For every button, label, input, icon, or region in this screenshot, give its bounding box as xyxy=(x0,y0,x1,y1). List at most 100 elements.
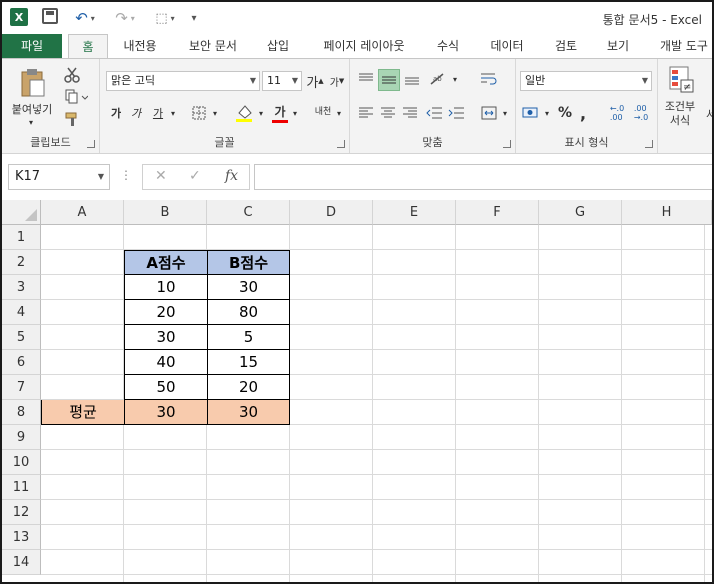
align-center-icon[interactable] xyxy=(378,103,398,123)
wrap-text-icon[interactable] xyxy=(478,69,500,89)
cancel-icon[interactable]: ✕ xyxy=(155,168,167,184)
bold-button[interactable]: 가 xyxy=(108,103,124,123)
tab-developer[interactable]: 개발 도구 xyxy=(650,34,712,58)
percent-style-button[interactable]: % xyxy=(556,103,574,123)
tab-review[interactable]: 검토 xyxy=(546,34,586,58)
select-objects-icon[interactable]: ⬚ ▾ xyxy=(150,8,180,28)
insert-function-icon[interactable]: fx xyxy=(225,168,238,184)
fill-color-icon[interactable] xyxy=(234,101,254,125)
column-header-f[interactable]: F xyxy=(456,200,539,225)
shrink-font-button[interactable]: 가 ▼ xyxy=(328,71,346,91)
comma-style-button[interactable]: , xyxy=(576,103,590,123)
conditional-formatting-icon[interactable]: ≠ xyxy=(668,65,696,95)
name-box[interactable]: K17 ▼ xyxy=(8,164,110,190)
orientation-icon[interactable]: ab xyxy=(426,69,450,89)
column-header-g[interactable]: G xyxy=(539,200,622,225)
row-header-3[interactable]: 3 xyxy=(2,275,41,300)
increase-decimal-button[interactable]: ←.0 .00 xyxy=(606,101,628,125)
font-color-icon[interactable]: 가 xyxy=(270,101,290,125)
row-header-14[interactable]: 14 xyxy=(2,550,41,575)
column-header-a[interactable]: A xyxy=(41,200,124,225)
column-header-c[interactable]: C xyxy=(207,200,290,225)
decrease-indent-icon[interactable] xyxy=(424,103,444,123)
customize-toolbar-icon[interactable]: ▾ xyxy=(188,8,200,28)
merge-center-icon[interactable] xyxy=(478,103,500,123)
font-name-select[interactable]: 맑은 고딕 ▼ xyxy=(106,71,260,91)
cell-c3[interactable]: 30 xyxy=(207,275,290,300)
paste-button[interactable]: 붙여넣기 xyxy=(6,101,58,117)
cut-icon[interactable] xyxy=(62,65,82,85)
phonetic-guide-button[interactable]: 내천 xyxy=(312,99,334,125)
accounting-format-icon[interactable] xyxy=(520,103,542,123)
phonetic-dropdown-icon[interactable]: ▾ xyxy=(334,103,344,123)
font-size-select[interactable]: 11 ▼ xyxy=(262,71,302,91)
alignment-launcher-icon[interactable] xyxy=(503,140,511,148)
column-header-d[interactable]: D xyxy=(290,200,373,225)
row-header-9[interactable]: 9 xyxy=(2,425,41,450)
row-header-13[interactable]: 13 xyxy=(2,525,41,550)
format-painter-icon[interactable] xyxy=(62,109,82,129)
tab-view[interactable]: 보기 xyxy=(598,34,638,58)
row-header-8[interactable]: 8 xyxy=(2,400,41,425)
clipboard-launcher-icon[interactable] xyxy=(87,140,95,148)
number-format-select[interactable]: 일반 ▼ xyxy=(520,71,652,91)
cell-b6[interactable]: 40 xyxy=(124,350,208,375)
top-align-icon[interactable] xyxy=(356,69,376,89)
cell-b4[interactable]: 20 xyxy=(124,300,208,325)
save-icon[interactable] xyxy=(42,8,58,24)
cell-c2[interactable]: B점수 xyxy=(207,250,290,275)
formula-bar-grip[interactable]: ⋮ xyxy=(120,168,132,182)
underline-button[interactable]: 가 xyxy=(150,103,166,123)
middle-align-icon[interactable] xyxy=(378,69,400,91)
undo-icon[interactable]: ↶ ▾ xyxy=(70,8,100,28)
align-right-icon[interactable] xyxy=(400,103,420,123)
cell-b7[interactable]: 50 xyxy=(124,375,208,400)
select-all-corner[interactable] xyxy=(2,200,41,225)
column-header-b[interactable]: B xyxy=(124,200,207,225)
bottom-align-icon[interactable] xyxy=(402,69,422,89)
tab-file[interactable]: 파일 xyxy=(2,34,62,58)
merge-dropdown-icon[interactable]: ▾ xyxy=(500,103,510,123)
format-as-table-button[interactable]: 서 xyxy=(704,99,712,129)
font-launcher-icon[interactable] xyxy=(337,140,345,148)
cell-b2[interactable]: A점수 xyxy=(124,250,208,275)
decrease-decimal-button[interactable]: .00 →.0 xyxy=(630,101,652,125)
align-left-icon[interactable] xyxy=(356,103,376,123)
cell-b5[interactable]: 30 xyxy=(124,325,208,350)
cell-a8[interactable]: 평균 xyxy=(41,400,125,425)
column-header-e[interactable]: E xyxy=(373,200,456,225)
accounting-dropdown-icon[interactable]: ▾ xyxy=(542,103,552,123)
cell-c6[interactable]: 15 xyxy=(207,350,290,375)
cell-b3[interactable]: 10 xyxy=(124,275,208,300)
row-header-4[interactable]: 4 xyxy=(2,300,41,325)
cell-b8[interactable]: 30 xyxy=(124,400,208,425)
row-header-2[interactable]: 2 xyxy=(2,250,41,275)
column-header-h[interactable]: H xyxy=(622,200,712,225)
tab-insert[interactable]: 삽입 xyxy=(258,34,298,58)
tab-home[interactable]: 홈 xyxy=(68,34,108,59)
row-header-7[interactable]: 7 xyxy=(2,375,41,400)
enter-icon[interactable]: ✓ xyxy=(189,168,201,184)
tab-formulas[interactable]: 수식 xyxy=(428,34,468,58)
grow-font-button[interactable]: 가 ▲ xyxy=(306,71,324,91)
tab-data[interactable]: 데이터 xyxy=(482,34,532,58)
borders-dropdown-icon[interactable]: ▾ xyxy=(210,103,220,123)
tab-secure-document[interactable]: 보안 문서 xyxy=(178,34,248,58)
row-header-5[interactable]: 5 xyxy=(2,325,41,350)
tab-my-use[interactable]: 내전용 xyxy=(114,34,166,58)
row-header-11[interactable]: 11 xyxy=(2,475,41,500)
cell-c7[interactable]: 20 xyxy=(207,375,290,400)
underline-dropdown-icon[interactable]: ▾ xyxy=(168,103,178,123)
cell-c8[interactable]: 30 xyxy=(207,400,290,425)
font-color-dropdown-icon[interactable]: ▾ xyxy=(290,103,300,123)
cell-c4[interactable]: 80 xyxy=(207,300,290,325)
redo-icon[interactable]: ↷ ▾ xyxy=(110,8,140,28)
fill-color-dropdown-icon[interactable]: ▾ xyxy=(256,103,266,123)
paste-icon[interactable] xyxy=(16,67,50,101)
cell-c5[interactable]: 5 xyxy=(207,325,290,350)
conditional-formatting-button[interactable]: 조건부 서식 xyxy=(660,99,700,129)
row-header-12[interactable]: 12 xyxy=(2,500,41,525)
row-header-1[interactable]: 1 xyxy=(2,225,41,250)
italic-button[interactable]: 가 xyxy=(128,103,144,123)
borders-icon[interactable] xyxy=(190,103,208,123)
